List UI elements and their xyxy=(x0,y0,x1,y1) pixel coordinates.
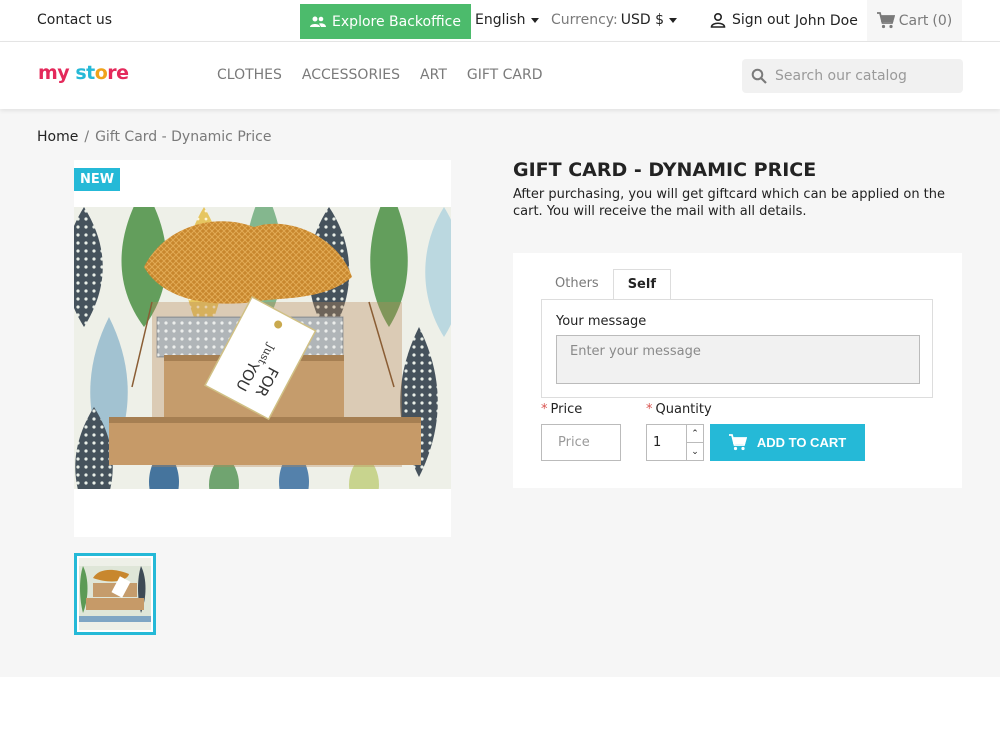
gift-card-form: Others Self Your message *Price *Quantit… xyxy=(513,253,962,488)
new-badge: NEW xyxy=(74,168,121,191)
quantity-stepper: ⌃ ⌄ xyxy=(646,424,704,461)
explore-backoffice-button[interactable]: Explore Backoffice xyxy=(300,4,471,39)
main-nav: CLOTHES ACCESSORIES ART GIFT CARD xyxy=(217,67,543,83)
price-label: * Price xyxy=(541,402,583,417)
quantity-input[interactable] xyxy=(647,425,686,460)
cart-count: (0) xyxy=(932,12,953,29)
breadcrumb-current[interactable]: Gift Card - Dynamic Price xyxy=(95,129,271,145)
cart-button[interactable]: Cart (0) xyxy=(867,0,962,41)
add-to-cart-label: ADD TO CART xyxy=(756,435,847,450)
tab-others[interactable]: Others xyxy=(541,269,613,300)
nav-item-accessories[interactable]: ACCESSORIES xyxy=(302,67,400,83)
nav-item-gift-card[interactable]: GIFT CARD xyxy=(467,67,543,83)
search-input[interactable] xyxy=(775,68,945,84)
required-mark: * xyxy=(646,402,653,417)
caret-down-icon xyxy=(669,17,678,23)
search-box xyxy=(742,59,963,93)
currency-label: Currency: xyxy=(551,12,618,28)
quantity-decrease-button[interactable]: ⌄ xyxy=(687,442,703,460)
product-title: GIFT CARD - DYNAMIC PRICE xyxy=(513,159,817,181)
tab-pane-self: Your message xyxy=(541,299,933,398)
nav-item-art[interactable]: ART xyxy=(420,67,447,83)
contact-us-link[interactable]: Contact us xyxy=(37,12,112,28)
product-image-container: NEW Just FOR YOU xyxy=(74,160,451,537)
users-icon xyxy=(310,16,327,27)
currency-selector[interactable]: Currency: USD $ xyxy=(551,12,678,28)
tab-self[interactable]: Self xyxy=(612,269,671,300)
nav-item-clothes[interactable]: CLOTHES xyxy=(217,67,282,83)
sign-out-label: Sign out xyxy=(732,12,790,28)
product-thumbnail[interactable] xyxy=(74,553,156,635)
explore-backoffice-label: Explore Backoffice xyxy=(332,13,461,30)
breadcrumb-separator: / xyxy=(84,129,90,145)
add-to-cart-button[interactable]: ADD TO CART xyxy=(710,424,865,461)
footer-area xyxy=(0,677,1000,734)
required-mark: * xyxy=(541,402,548,417)
user-icon xyxy=(710,12,726,28)
cart-icon xyxy=(876,12,895,29)
message-label: Your message xyxy=(556,314,647,329)
product-image[interactable]: Just FOR YOU xyxy=(74,207,451,489)
main-header: my store CLOTHES ACCESSORIES ART GIFT CA… xyxy=(0,42,1000,109)
breadcrumb: Home / Gift Card - Dynamic Price xyxy=(37,129,271,145)
language-selector[interactable]: English xyxy=(475,12,539,28)
account-name-link[interactable]: John Doe xyxy=(795,13,858,29)
caret-down-icon xyxy=(530,17,539,23)
language-value: English xyxy=(475,12,526,28)
quantity-buttons: ⌃ ⌄ xyxy=(686,425,703,460)
message-textarea[interactable] xyxy=(556,335,920,384)
quantity-label: * Quantity xyxy=(646,402,712,417)
quantity-increase-button[interactable]: ⌃ xyxy=(687,425,703,442)
store-logo[interactable]: my store xyxy=(38,62,129,84)
breadcrumb-home[interactable]: Home xyxy=(37,129,78,145)
cart-label: Cart xyxy=(898,12,929,29)
recipient-tabs: Others Self xyxy=(541,269,671,300)
currency-value: USD $ xyxy=(620,12,665,28)
top-bar: Contact us Explore Backoffice English Cu… xyxy=(0,0,1000,42)
search-icon[interactable] xyxy=(751,68,767,84)
product-page: Home / Gift Card - Dynamic Price NEW Jus… xyxy=(0,109,1000,677)
price-input[interactable] xyxy=(541,424,621,461)
cart-icon xyxy=(728,434,747,451)
product-description: After purchasing, you will get giftcard … xyxy=(513,187,946,219)
sign-out-link[interactable]: Sign out xyxy=(710,12,790,28)
